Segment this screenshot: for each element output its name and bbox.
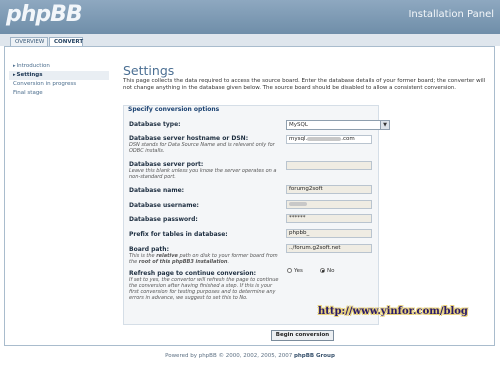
tab-convert[interactable]: CONVERT [49, 37, 83, 46]
phpbb-logo: phpBB [6, 2, 83, 27]
footer: Powered by phpBB © 2000, 2002, 2005, 200… [165, 353, 335, 359]
redacted-text [289, 201, 307, 206]
chevron-down-icon[interactable]: ▼ [380, 121, 389, 129]
db-name-row: Database name: [129, 187, 279, 194]
refresh-row: Refresh page to continue conversion: If … [129, 270, 281, 301]
sidebar-item-introduction[interactable]: ▸Introduction [9, 62, 109, 71]
table-prefix-row: Prefix for tables in database: [129, 231, 279, 238]
db-type-row: Database type: [129, 121, 279, 128]
table-prefix-field[interactable]: phpbb_ [286, 229, 372, 238]
db-type-select[interactable]: MySQL ▼ [286, 120, 390, 130]
refresh-yes-radio[interactable]: Yes [287, 268, 303, 274]
db-port-row: Database server port: Leave this blank u… [129, 161, 279, 180]
header: phpBB Installation Panel [0, 0, 500, 34]
page-title: Settings [123, 63, 175, 78]
db-user-label: Database username: [129, 202, 199, 209]
sidebar-item-conversion-in-progress: Conversion in progress [13, 81, 77, 87]
db-user-row: Database username: [129, 202, 279, 209]
fieldset-legend: Specify conversion options [128, 106, 220, 113]
db-host-label: Database server hostname or DSN: [129, 135, 249, 142]
db-port-label: Database server port: [129, 161, 204, 168]
db-user-field[interactable] [286, 200, 372, 209]
db-type-value: MySQL [289, 122, 308, 128]
board-path-label: Board path: [129, 246, 169, 253]
db-host-row: Database server hostname or DSN: DSN sta… [129, 135, 279, 154]
db-port-desc: Leave this blank unless you know the ser… [129, 168, 277, 180]
refresh-no-radio[interactable]: No [320, 268, 334, 274]
begin-conversion-button[interactable]: Begin conversion [271, 330, 334, 341]
board-path-row: Board path: This is the relative path on… [129, 246, 279, 265]
phpbb-group-link[interactable]: phpBB Group [294, 353, 335, 359]
radio-button-selected-icon[interactable] [320, 268, 325, 273]
arrow-icon: ▸ [13, 72, 16, 78]
db-host-desc: DSN stands for Data Source Name and is r… [129, 142, 275, 154]
radio-button-icon[interactable] [287, 268, 292, 273]
refresh-label: Refresh page to continue conversion: [129, 270, 257, 277]
sidebar: ▸Introduction ▸Settings Conversion in pr… [9, 62, 109, 98]
board-path-desc: This is the relative path on disk to you… [129, 253, 278, 265]
db-port-field[interactable] [286, 161, 372, 170]
arrow-icon: ▸ [13, 63, 16, 69]
intro-text: This page collects the data required to … [123, 78, 486, 91]
tab-overview[interactable]: OVERVIEW [10, 37, 48, 46]
db-pass-field[interactable]: ****** [286, 214, 372, 223]
sidebar-item-final-stage: Final stage [13, 90, 43, 96]
db-name-label: Database name: [129, 187, 185, 194]
db-host-field[interactable]: mysql. .com [286, 135, 372, 144]
sidebar-item-settings[interactable]: ▸Settings [9, 71, 109, 80]
redacted-text [307, 136, 342, 141]
db-pass-label: Database password: [129, 216, 198, 223]
board-path-field[interactable]: ../forum.g2soft.net [286, 244, 372, 253]
watermark-text: http://www.yinfor.com/blog [318, 306, 468, 317]
db-name-field[interactable]: forumg2soft [286, 185, 372, 194]
db-type-label: Database type: [129, 121, 181, 128]
table-prefix-label: Prefix for tables in database: [129, 231, 228, 238]
panel-title: Installation Panel [408, 9, 494, 20]
db-pass-row: Database password: [129, 216, 279, 223]
refresh-desc: If set to yes, the convertor will refres… [129, 277, 279, 301]
